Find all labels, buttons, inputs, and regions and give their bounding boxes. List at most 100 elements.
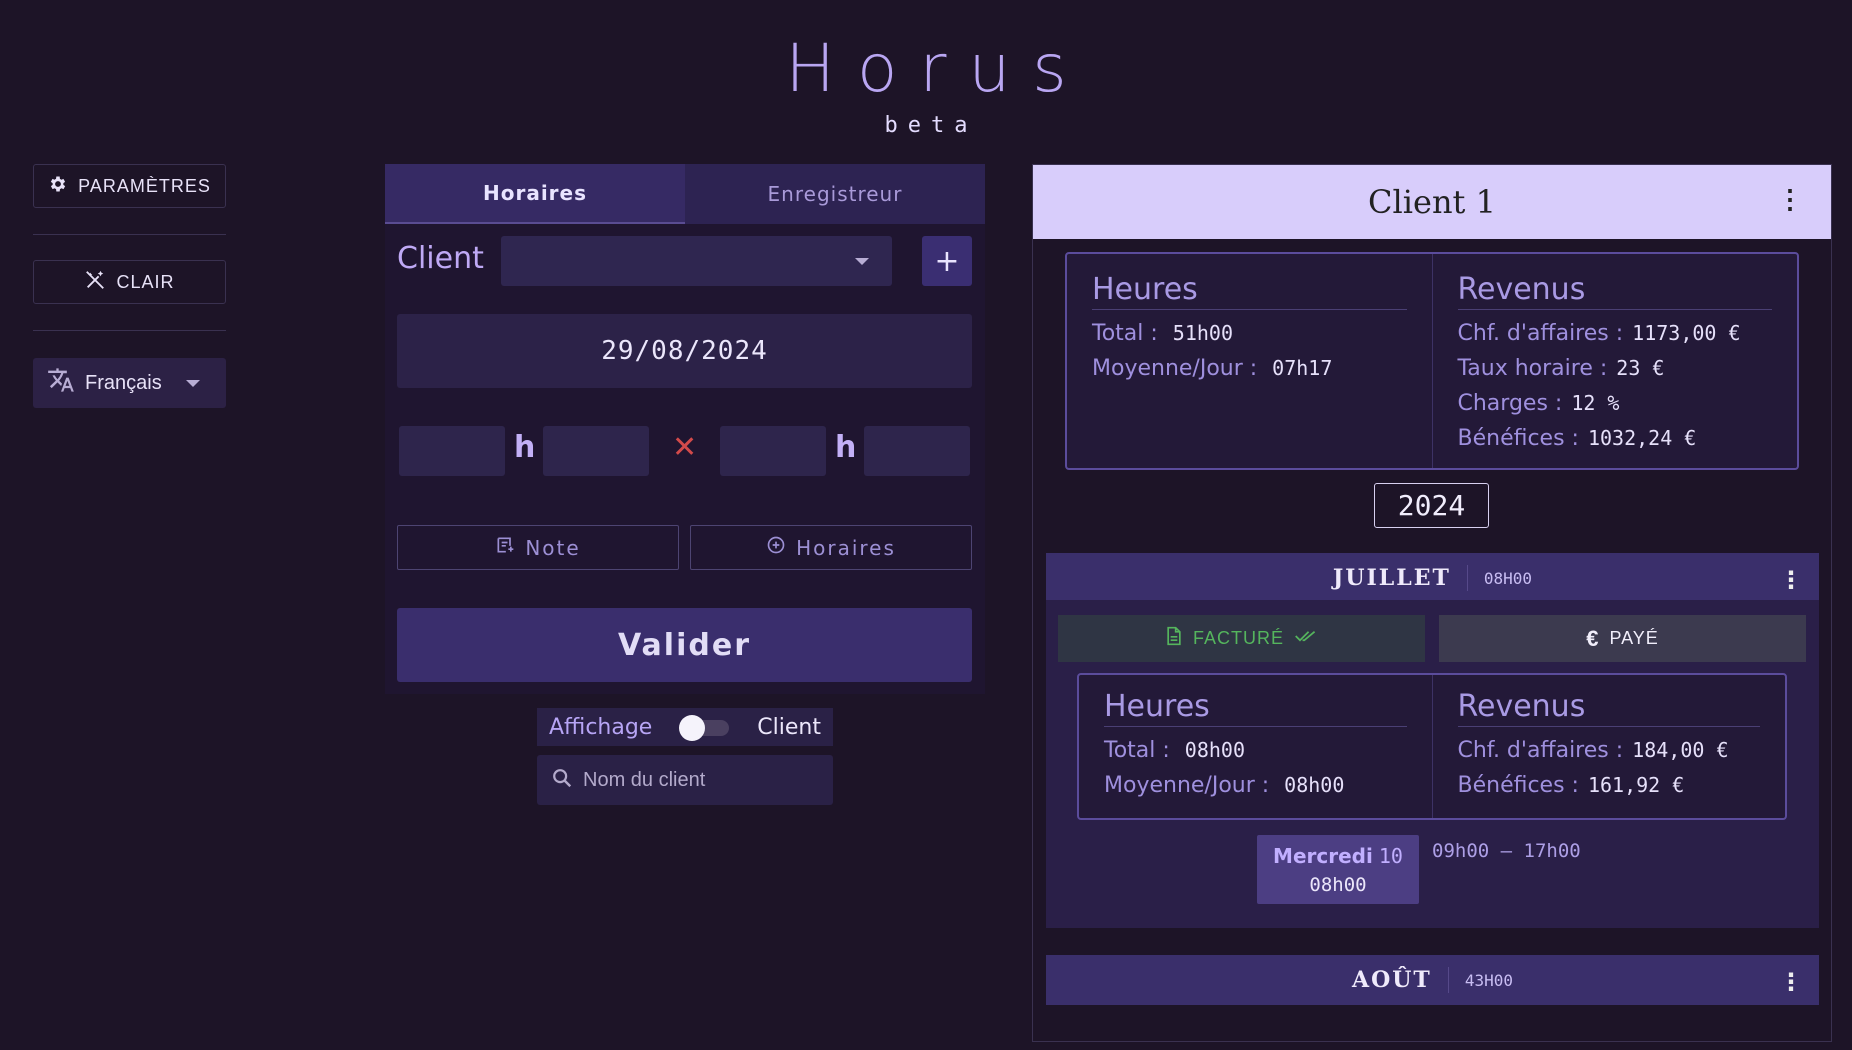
editor-tabs: Horaires Enregistreur: [385, 164, 985, 224]
clear-icon[interactable]: ✕: [672, 430, 697, 465]
settings-button-label: PARAMÈTRES: [78, 175, 211, 196]
turnover-value: 1173,00 €: [1632, 321, 1741, 345]
charges-row: Charges : 12 %: [1458, 386, 1773, 421]
validate-button[interactable]: Valider: [397, 608, 972, 682]
view-toggle: Affichage Client: [537, 708, 833, 746]
start-hour-input[interactable]: [399, 426, 505, 476]
total-hours-row: Total : 51h00: [1092, 316, 1407, 351]
chevron-down-icon: [185, 379, 200, 387]
hour-separator: h: [514, 430, 536, 465]
client-name: Client 1: [1368, 183, 1496, 221]
day-title: Mercredi 10: [1273, 844, 1403, 868]
month-header-juillet[interactable]: JUILLET 08H00 ⋮: [1046, 553, 1819, 603]
end-minute-input[interactable]: [864, 426, 970, 476]
hours-title: Heures: [1104, 689, 1407, 727]
day-number: 10: [1378, 843, 1403, 868]
profit-label: Bénéfices :: [1457, 426, 1579, 451]
client-select[interactable]: [501, 236, 892, 286]
client-search-input[interactable]: [583, 768, 813, 792]
theme-toggle-button[interactable]: CLAIR: [33, 260, 226, 304]
plus-circle-icon: [766, 535, 786, 560]
total-hours-row: Total : 08h00: [1104, 733, 1407, 768]
client-header: Client 1 ⋮: [1033, 165, 1831, 239]
turnover-value: 184,00 €: [1632, 738, 1729, 762]
day-name: Mercredi: [1273, 843, 1373, 868]
hourly-rate-value: 23 €: [1616, 356, 1665, 380]
turnover-row: Chf. d'affaires : 1173,00 €: [1458, 316, 1773, 351]
date-field[interactable]: 29/08/2024: [397, 314, 972, 388]
total-label: Total :: [1104, 738, 1170, 763]
app-subtitle: beta: [884, 113, 978, 138]
month-header-aout[interactable]: AOÛT 43H00 ⋮: [1046, 955, 1819, 1005]
paid-label: PAYÉ: [1609, 628, 1659, 648]
revenue-column: Revenus Chf. d'affaires : 1173,00 € Taux…: [1431, 254, 1798, 468]
note-icon: [495, 535, 515, 560]
settings-button[interactable]: PARAMÈTRES: [33, 164, 226, 208]
end-hour-input[interactable]: [720, 426, 826, 476]
hourly-rate-row: Taux horaire : 23 €: [1458, 351, 1773, 386]
revenue-title: Revenus: [1457, 689, 1760, 727]
client-summary: Heures Total : 51h00 Moyenne/Jour : 07h1…: [1065, 252, 1799, 470]
hour-separator: h: [835, 430, 857, 465]
language-select[interactable]: Français: [33, 358, 226, 408]
turnover-label: Chf. d'affaires :: [1457, 738, 1624, 763]
total-value: 08h00: [1184, 738, 1246, 762]
average-value: 08h00: [1284, 773, 1345, 797]
profit-row: Bénéfices : 161,92 €: [1458, 768, 1761, 803]
hours-column: Heures Total : 08h00 Moyenne/Jour : 08h0…: [1079, 675, 1432, 818]
profit-value: 161,92 €: [1587, 773, 1685, 797]
month-name: JUILLET: [1333, 565, 1468, 591]
add-client-button[interactable]: +: [922, 236, 972, 286]
view-switch[interactable]: [678, 715, 731, 741]
view-toggle-left-label: Affichage: [549, 714, 653, 740]
view-toggle-right-label: Client: [757, 714, 821, 740]
double-check-icon: [1294, 628, 1318, 649]
language-label: Français: [85, 371, 162, 394]
more-vert-icon[interactable]: ⋮: [1779, 566, 1803, 594]
average-value: 07h17: [1272, 356, 1333, 380]
revenue-column: Revenus Chf. d'affaires : 184,00 € Bénéf…: [1431, 675, 1786, 818]
add-hours-button[interactable]: Horaires: [690, 525, 972, 570]
turnover-row: Chf. d'affaires : 184,00 €: [1458, 733, 1761, 768]
charges-label: Charges :: [1457, 391, 1563, 416]
day-entry[interactable]: Mercredi 10 08h00: [1257, 835, 1419, 904]
plus-icon: +: [934, 243, 960, 279]
hourly-rate-label: Taux horaire :: [1457, 356, 1608, 381]
average-label: Moyenne/Jour :: [1104, 773, 1270, 798]
note-button-label: Note: [525, 535, 581, 560]
average-hours-row: Moyenne/Jour : 07h17: [1092, 351, 1407, 386]
tab-horaires[interactable]: Horaires: [385, 164, 685, 224]
month-hours: 43H00: [1464, 970, 1513, 990]
start-minute-input[interactable]: [543, 426, 649, 476]
year-label[interactable]: 2024: [1374, 483, 1489, 528]
translate-icon: [47, 366, 75, 400]
invoiced-label: FACTURÉ: [1192, 628, 1284, 648]
paid-button[interactable]: € PAYÉ: [1439, 615, 1806, 662]
client-search: [537, 755, 833, 805]
search-icon: [551, 767, 573, 793]
month-hours: 08H00: [1483, 568, 1533, 588]
turnover-label: Chf. d'affaires :: [1457, 321, 1624, 346]
magic-wand-off-icon: [84, 269, 106, 296]
profit-label: Bénéfices :: [1457, 773, 1579, 798]
average-hours-row: Moyenne/Jour : 08h00: [1104, 768, 1407, 803]
revenue-title: Revenus: [1457, 272, 1772, 310]
more-vert-icon[interactable]: ⋮: [1779, 968, 1803, 996]
add-hours-label: Horaires: [796, 535, 896, 560]
day-time-range: 09h00 – 17h00: [1432, 840, 1581, 862]
note-button[interactable]: Note: [397, 525, 679, 570]
theme-toggle-label: CLAIR: [116, 271, 175, 292]
app-title: Horus: [785, 30, 1089, 107]
hours-title: Heures: [1092, 272, 1407, 310]
day-duration: 08h00: [1309, 873, 1367, 896]
total-label: Total :: [1092, 321, 1158, 346]
tab-enregistreur[interactable]: Enregistreur: [685, 164, 985, 224]
total-value: 51h00: [1172, 321, 1234, 345]
average-label: Moyenne/Jour :: [1092, 356, 1258, 381]
charges-value: 12 %: [1571, 391, 1620, 415]
more-vert-icon[interactable]: ⋮: [1777, 187, 1803, 213]
chevron-down-icon: [855, 258, 869, 265]
month-summary-juillet: Heures Total : 08h00 Moyenne/Jour : 08h0…: [1077, 673, 1787, 820]
euro-icon: €: [1586, 625, 1600, 651]
invoiced-button[interactable]: FACTURÉ: [1058, 615, 1425, 662]
